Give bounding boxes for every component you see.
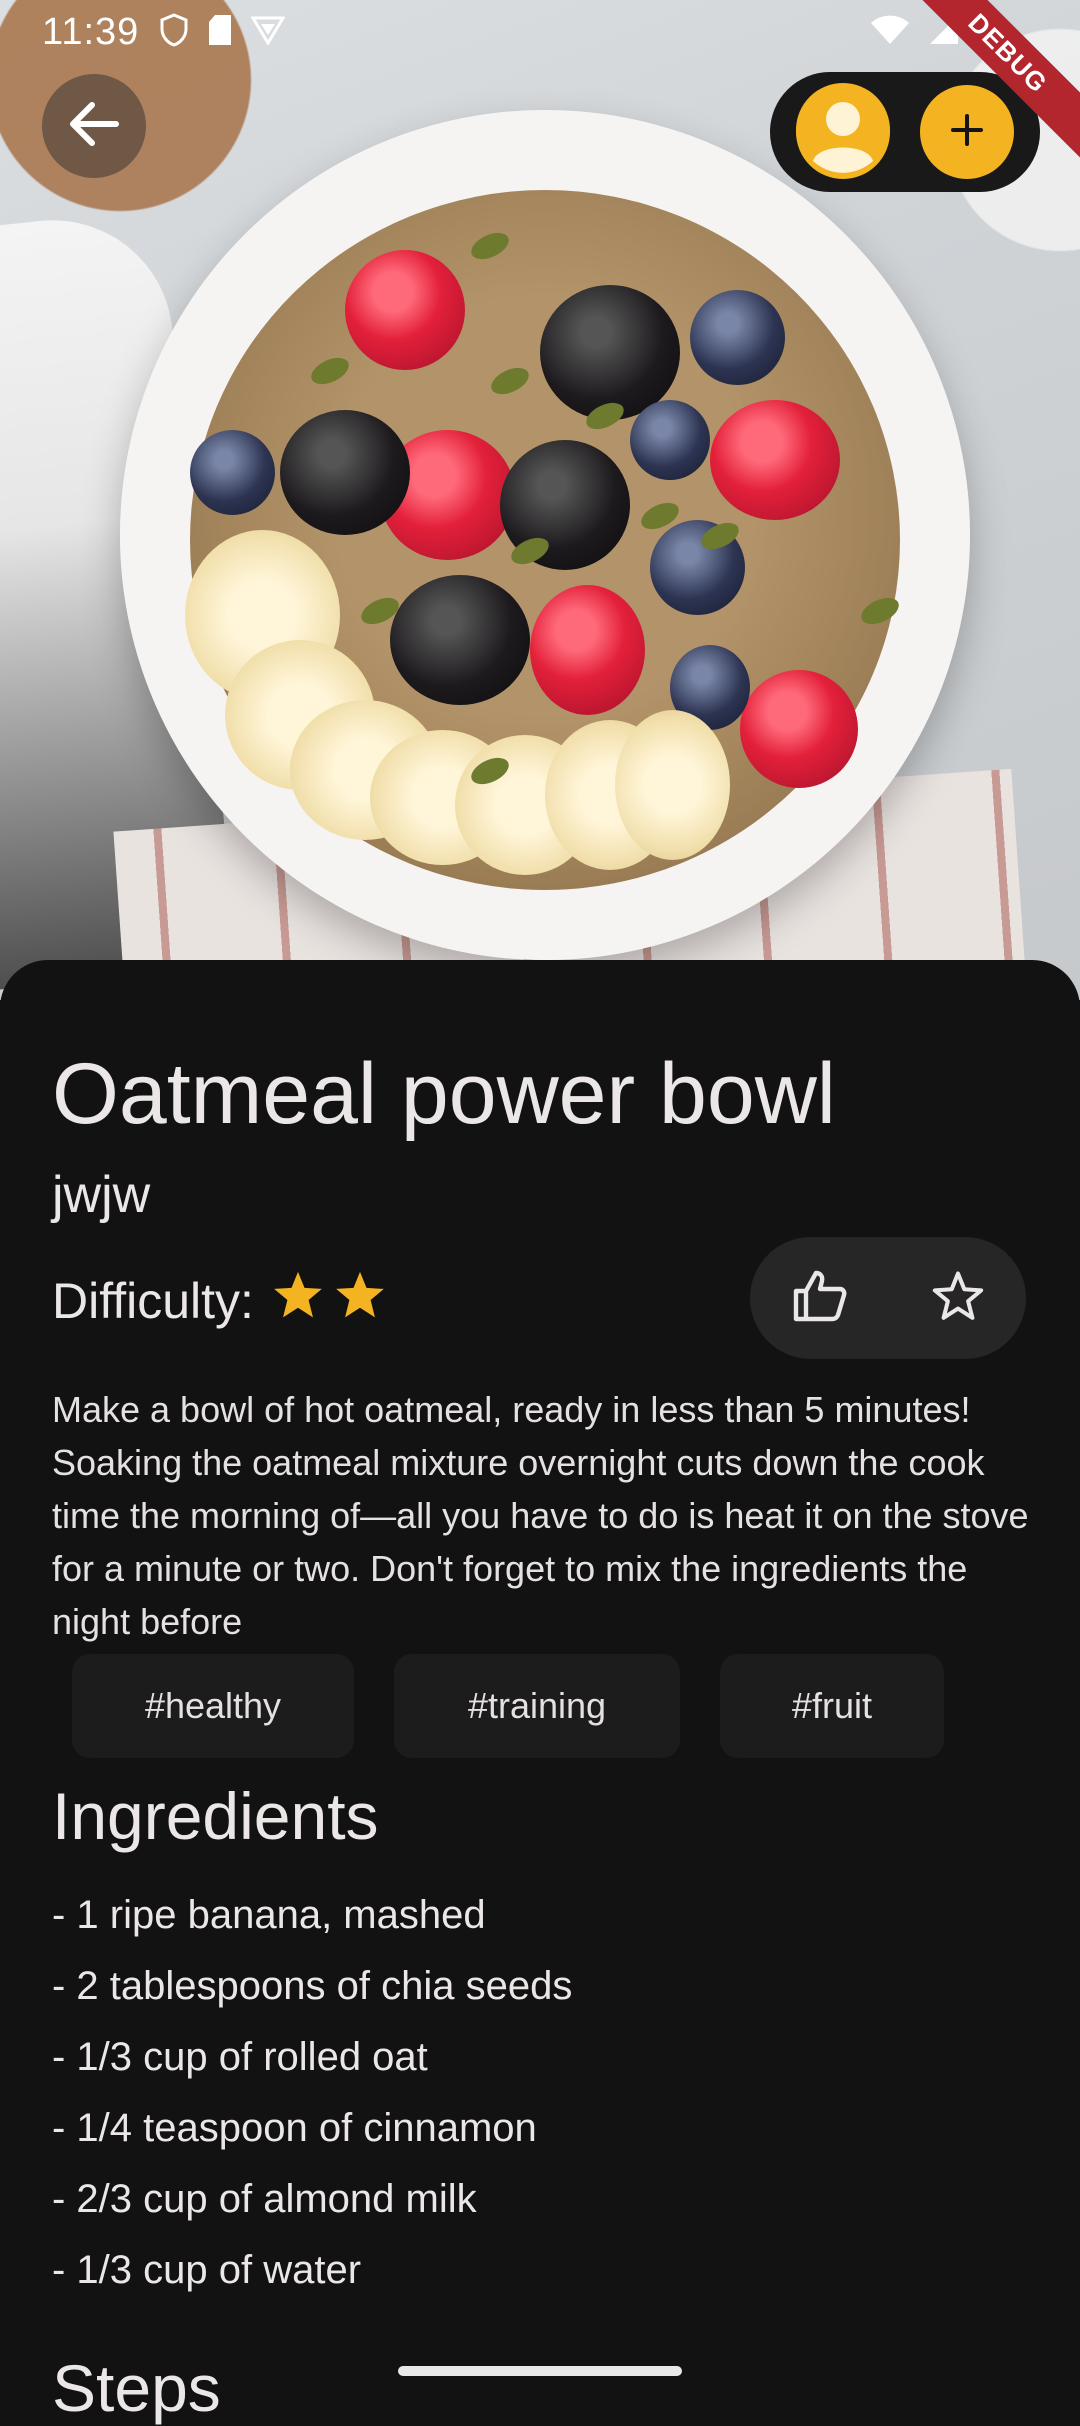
thumbs-up-icon xyxy=(792,1270,848,1327)
ingredient-item: - 1/3 cup of water xyxy=(52,2248,362,2292)
arrow-left-icon xyxy=(68,101,120,152)
back-button[interactable] xyxy=(42,74,146,178)
plus-icon xyxy=(949,112,985,153)
recipe-actions xyxy=(750,1237,1026,1359)
ingredients-list: - 1 ripe banana, mashed - 2 tablespoons … xyxy=(52,1880,572,2306)
ingredient-item: - 1 ripe banana, mashed xyxy=(52,1893,486,1937)
difficulty-row: Difficulty: xyxy=(52,1270,386,1332)
person-icon xyxy=(796,82,890,182)
sd-card-icon xyxy=(207,14,233,51)
ingredients-heading: Ingredients xyxy=(52,1779,379,1853)
ingredient-item: - 2/3 cup of almond milk xyxy=(52,2177,477,2221)
status-time: 11:39 xyxy=(42,10,140,53)
shield-icon xyxy=(159,12,189,52)
ingredient-item: - 1/3 cup of rolled oat xyxy=(52,2035,428,2079)
profile-button[interactable] xyxy=(796,82,890,182)
difficulty-label: Difficulty: xyxy=(52,1273,254,1329)
ingredient-item: - 1/4 teaspoon of cinnamon xyxy=(52,2106,537,2150)
recipe-author: jwjw xyxy=(52,1166,151,1224)
favorite-button[interactable] xyxy=(931,1270,985,1327)
tag-chip[interactable]: #training xyxy=(394,1654,680,1758)
add-button[interactable] xyxy=(920,85,1014,179)
tag-list: #healthy #training #fruit xyxy=(72,1654,944,1758)
status-bar: 11:39 xyxy=(0,0,1080,64)
wifi-icon xyxy=(870,14,910,51)
tag-chip[interactable]: #healthy xyxy=(72,1654,354,1758)
top-actions xyxy=(770,72,1040,192)
ingredient-item: - 2 tablespoons of chia seeds xyxy=(52,1964,573,2008)
star-filled-icon xyxy=(272,1270,324,1332)
star-filled-icon xyxy=(334,1270,386,1332)
difficulty-stars xyxy=(272,1270,386,1332)
vpn-icon xyxy=(250,15,286,50)
recipe-title: Oatmeal power bowl xyxy=(52,1046,836,1142)
star-outline-icon xyxy=(931,1270,985,1326)
steps-heading: Steps xyxy=(52,2351,221,2425)
tag-chip[interactable]: #fruit xyxy=(720,1654,944,1758)
recipe-description: Make a bowl of hot oatmeal, ready in les… xyxy=(52,1389,1029,1642)
home-indicator[interactable] xyxy=(398,2366,682,2376)
like-button[interactable] xyxy=(792,1269,848,1328)
